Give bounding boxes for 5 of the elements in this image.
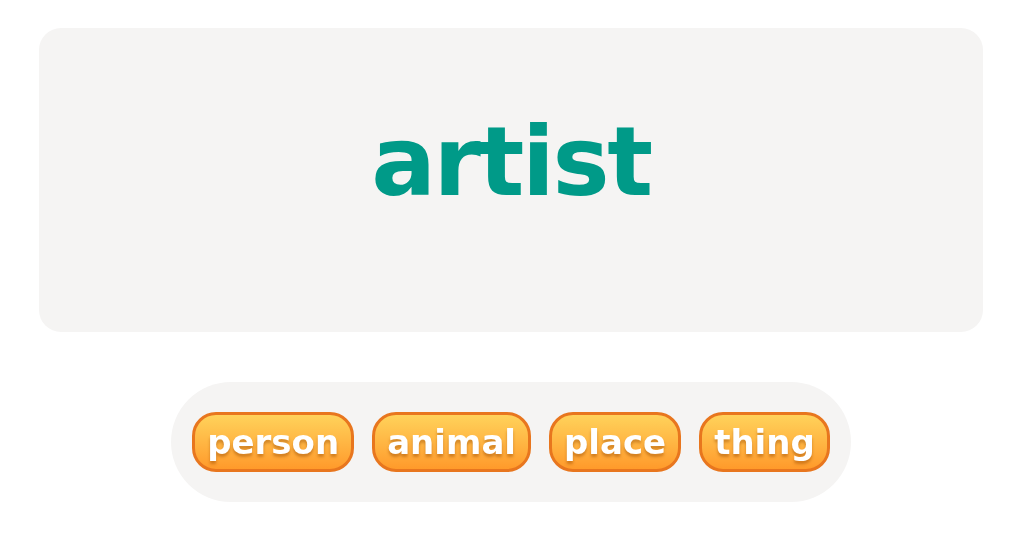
word: artist bbox=[371, 114, 651, 210]
choice-button[interactable]: animal bbox=[372, 412, 531, 472]
choice-button[interactable]: thing bbox=[699, 412, 830, 472]
choice-button[interactable]: person bbox=[192, 412, 355, 472]
choice-button[interactable]: place bbox=[549, 412, 682, 472]
